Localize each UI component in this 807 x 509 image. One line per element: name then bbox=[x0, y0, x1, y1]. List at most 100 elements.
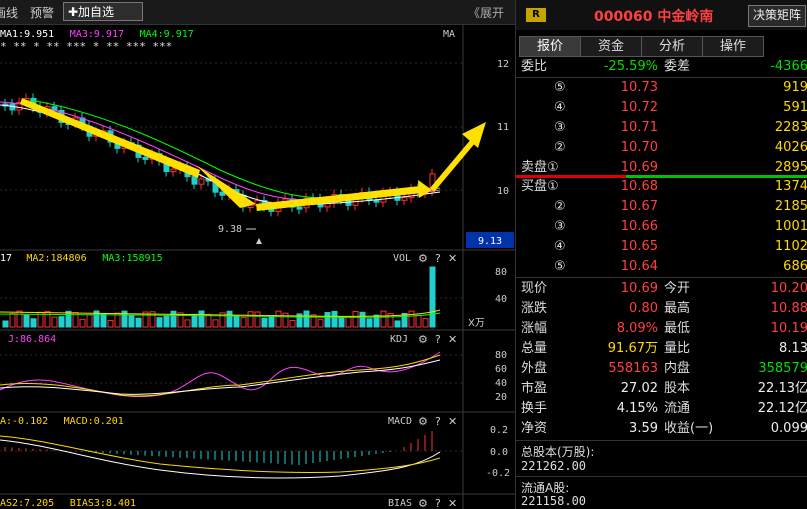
volume-bar bbox=[331, 310, 338, 328]
ma-indicator-label[interactable]: MA bbox=[443, 29, 455, 40]
stat-row: 涨幅 8.09% 最低 10.19 bbox=[516, 319, 807, 339]
volume-bar bbox=[163, 315, 170, 328]
help-icon[interactable]: ? bbox=[435, 415, 441, 428]
legend-item: MA3:158915 bbox=[102, 253, 162, 264]
macd-histogram bbox=[4, 431, 433, 465]
volume-bar bbox=[338, 316, 345, 328]
volume-bar bbox=[240, 317, 247, 328]
buy-level-row[interactable]: 买盘① 10.68 1374 bbox=[516, 177, 807, 197]
volume-bar bbox=[324, 312, 331, 328]
rzrq-badge: R bbox=[526, 8, 546, 22]
volume-bar bbox=[268, 315, 275, 328]
buy-level-row[interactable]: ⑤ 10.64 686 bbox=[516, 257, 807, 277]
buy-level-row[interactable]: ③ 10.66 1001 bbox=[516, 217, 807, 237]
sell-level-row[interactable]: ③ 10.71 2283 bbox=[516, 118, 807, 138]
add-watchlist-button[interactable]: ✚加自选 bbox=[63, 2, 143, 21]
close-icon[interactable]: ✕ bbox=[448, 333, 457, 346]
macd-axis-neg0.2: -0.2 bbox=[486, 468, 510, 479]
stat-row: 市盈 27.02 股本 22.13亿 bbox=[516, 379, 807, 399]
tab-operation[interactable]: 操作 bbox=[702, 36, 764, 57]
tab-funds[interactable]: 资金 bbox=[580, 36, 642, 57]
macd-axis-0.2: 0.2 bbox=[490, 425, 508, 436]
volume-bar bbox=[380, 310, 387, 328]
gear-icon[interactable]: ⚙ bbox=[418, 415, 428, 428]
order-price: 10.70 bbox=[620, 140, 658, 155]
volume-bar bbox=[205, 313, 212, 328]
volume-bar bbox=[58, 316, 65, 328]
gear-icon[interactable]: ⚙ bbox=[418, 333, 428, 346]
price-axis-10: 10 bbox=[497, 186, 509, 197]
stat-row: 外盘 558163 内盘 358579 bbox=[516, 359, 807, 379]
order-price: 10.68 bbox=[620, 179, 658, 194]
stat-value: 22.12亿 bbox=[757, 401, 807, 416]
volume-bar bbox=[352, 311, 359, 328]
stat-value: 0.099 bbox=[770, 421, 807, 436]
volume-bar bbox=[317, 318, 324, 328]
stat-row: 涨跌 0.80 最高 10.88 bbox=[516, 299, 807, 319]
help-icon[interactable]: ? bbox=[435, 333, 441, 346]
expand-button[interactable]: 《展开 bbox=[468, 4, 504, 21]
price-axis-12: 12 bbox=[497, 59, 509, 70]
buy-level-row[interactable]: ④ 10.65 1102 bbox=[516, 237, 807, 257]
order-price: 10.72 bbox=[620, 100, 658, 115]
order-volume: 1374 bbox=[774, 179, 807, 194]
candle bbox=[142, 156, 149, 160]
gear-icon[interactable]: ⚙ bbox=[418, 252, 428, 265]
macd-axis-0.0: 0.0 bbox=[490, 447, 508, 458]
alert-button[interactable]: 预警 bbox=[30, 4, 54, 21]
volume-bar bbox=[429, 266, 436, 328]
volume-bar bbox=[9, 313, 16, 328]
candle bbox=[191, 176, 198, 185]
kline-chart-area[interactable]: MA1:9.951 MA3:9.917 MA4:9.917 MA * ** * **… bbox=[0, 24, 515, 509]
marker-triangle-icon bbox=[256, 238, 262, 244]
help-icon[interactable]: ? bbox=[435, 252, 441, 265]
decision-matrix-button[interactable]: 决策矩阵 bbox=[748, 5, 807, 27]
stat-value: 3.59 bbox=[629, 421, 658, 436]
vol-unit-label: X万 bbox=[468, 318, 485, 329]
legend-item: AS2:7.205 bbox=[0, 498, 54, 509]
order-price: 10.65 bbox=[620, 239, 658, 254]
stat-value: 4.15% bbox=[616, 401, 658, 416]
legend-item: BIAS3:8.401 bbox=[70, 498, 136, 509]
stat-value: 10.19 bbox=[770, 321, 807, 336]
sell-level-row[interactable]: ④ 10.72 591 bbox=[516, 98, 807, 118]
volume-bar bbox=[170, 310, 177, 328]
weicha-value: -4366 bbox=[770, 59, 807, 74]
stat-row: 总量 91.67万 量比 8.13 bbox=[516, 339, 807, 359]
volume-bar bbox=[100, 313, 107, 328]
sell-level-row[interactable]: ⑤ 10.73 919 bbox=[516, 78, 807, 98]
order-volume: 2185 bbox=[774, 199, 807, 214]
help-icon[interactable]: ? bbox=[435, 497, 441, 509]
volume-bar bbox=[282, 312, 289, 328]
close-icon[interactable]: ✕ bbox=[448, 497, 457, 509]
macd-indicator-label[interactable]: MACD bbox=[388, 416, 412, 427]
stat-value: 0.80 bbox=[629, 301, 658, 316]
gear-icon[interactable]: ⚙ bbox=[418, 497, 428, 509]
vol-indicator-label[interactable]: VOL bbox=[393, 253, 411, 264]
stat-value: 8.13 bbox=[779, 341, 807, 356]
tab-quote[interactable]: 报价 bbox=[519, 36, 581, 57]
order-price: 10.64 bbox=[620, 259, 658, 274]
volume-bar bbox=[79, 318, 86, 328]
order-volume: 2283 bbox=[774, 120, 807, 135]
legend-item: A:-0.102 bbox=[0, 416, 48, 427]
draw-line-tool[interactable]: 画线 bbox=[0, 4, 18, 21]
legend-item: MA2:184806 bbox=[26, 253, 86, 264]
volume-bar bbox=[107, 319, 114, 328]
kdj-indicator-label[interactable]: KDJ bbox=[390, 334, 408, 345]
close-icon[interactable]: ✕ bbox=[448, 252, 457, 265]
weibi-value: -25.59% bbox=[603, 59, 658, 74]
stat-value: 10.88 bbox=[770, 301, 807, 316]
candle bbox=[219, 191, 226, 196]
tab-analysis[interactable]: 分析 bbox=[641, 36, 703, 57]
close-icon[interactable]: ✕ bbox=[448, 415, 457, 428]
bias-indicator-label[interactable]: BIAS bbox=[388, 498, 412, 509]
buy-level-row[interactable]: ② 10.67 2185 bbox=[516, 197, 807, 217]
stat-value: 558163 bbox=[608, 361, 658, 376]
volume-bar bbox=[86, 314, 93, 328]
stat-value: 22.13亿 bbox=[757, 381, 807, 396]
float-shares-value: 221158.00 bbox=[521, 494, 587, 508]
volume-bar bbox=[212, 319, 219, 328]
sell-level-row[interactable]: ② 10.70 4026 bbox=[516, 138, 807, 158]
volume-bar bbox=[2, 320, 9, 328]
